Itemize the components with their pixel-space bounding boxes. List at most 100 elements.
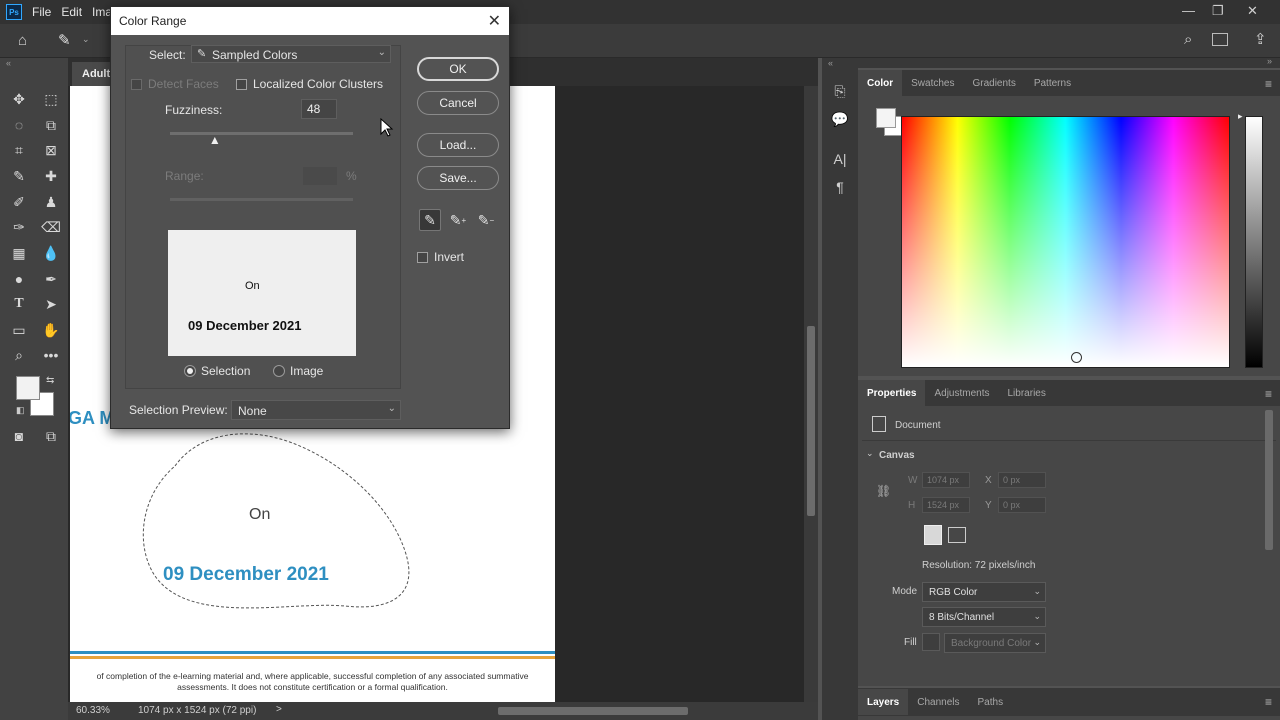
comments-panel-icon[interactable]: 💬 bbox=[831, 110, 849, 128]
eyedropper-icon[interactable]: ✎ bbox=[419, 209, 441, 231]
menu-edit[interactable]: Edit bbox=[61, 5, 82, 19]
restore-button[interactable]: ❐ bbox=[1212, 3, 1224, 19]
color-panel-foreground-swatch[interactable] bbox=[876, 108, 896, 128]
link-icon[interactable]: ⛓ bbox=[876, 484, 891, 498]
tab-paths[interactable]: Paths bbox=[969, 689, 1013, 715]
character-panel-icon[interactable]: A| bbox=[831, 150, 849, 168]
object-selection-tool-icon[interactable]: ⧉ bbox=[40, 114, 62, 136]
fill-swatch[interactable] bbox=[922, 633, 940, 651]
load-button[interactable]: Load... bbox=[417, 133, 499, 157]
brightness-slider-handle[interactable]: ▸ bbox=[1238, 111, 1243, 122]
history-panel-icon[interactable]: ⎘ bbox=[831, 82, 849, 100]
crop-tool-icon[interactable]: ⌗ bbox=[8, 139, 30, 161]
workspace-icon[interactable] bbox=[1212, 33, 1228, 46]
clone-stamp-tool-icon[interactable]: ♟ bbox=[40, 191, 62, 213]
paragraph-panel-icon[interactable]: ¶ bbox=[831, 178, 849, 196]
eyedropper-tool-icon[interactable]: ✎ bbox=[8, 165, 30, 187]
tab-libraries[interactable]: Libraries bbox=[999, 380, 1055, 406]
gradient-tool-icon[interactable]: ▦ bbox=[8, 242, 30, 264]
image-radio[interactable] bbox=[273, 365, 285, 377]
layers-menu-icon[interactable]: ≡ bbox=[1265, 695, 1272, 709]
x-field[interactable]: 0 px bbox=[998, 472, 1046, 488]
zoom-tool-icon[interactable]: ⌕ bbox=[8, 344, 30, 366]
fill-select[interactable]: Background Color ⌄ bbox=[944, 633, 1046, 653]
chevron-down-icon[interactable]: ⌄ bbox=[866, 448, 874, 459]
expand-icon[interactable]: « bbox=[828, 58, 833, 68]
default-colors-icon[interactable]: ◧ bbox=[16, 405, 25, 416]
ok-button[interactable]: OK bbox=[417, 57, 499, 81]
selection-preview-select[interactable]: None ⌄ bbox=[231, 400, 401, 420]
vertical-scrollbar-thumb[interactable] bbox=[807, 326, 815, 516]
tab-color[interactable]: Color bbox=[858, 70, 903, 96]
properties-scrollbar-thumb[interactable] bbox=[1265, 410, 1273, 550]
width-field[interactable]: 1074 px bbox=[922, 472, 970, 488]
chevron-down-icon[interactable]: ⌄ bbox=[82, 34, 90, 45]
y-field[interactable]: 0 px bbox=[998, 497, 1046, 513]
range-slider[interactable] bbox=[170, 198, 353, 201]
zoom-level[interactable]: 60.33% bbox=[76, 705, 110, 716]
tab-adjustments[interactable]: Adjustments bbox=[925, 380, 998, 406]
marquee-tool-icon[interactable]: ⬚ bbox=[40, 88, 62, 110]
tab-properties[interactable]: Properties bbox=[858, 380, 926, 406]
tab-channels[interactable]: Channels bbox=[908, 689, 968, 715]
vertical-scrollbar[interactable] bbox=[804, 86, 818, 702]
tab-swatches[interactable]: Swatches bbox=[902, 70, 963, 96]
panel-collapse-icon[interactable]: » bbox=[1267, 56, 1272, 66]
subtract-from-sample-eyedropper-icon[interactable]: ✎ − bbox=[475, 209, 497, 231]
type-tool-icon[interactable]: T bbox=[8, 293, 30, 315]
hand-tool-icon[interactable]: ✋ bbox=[40, 319, 62, 341]
fuzziness-slider[interactable] bbox=[170, 132, 353, 135]
path-selection-tool-icon[interactable]: ➤ bbox=[40, 293, 62, 315]
add-to-sample-eyedropper-icon[interactable]: ✎ + bbox=[447, 209, 469, 231]
eraser-tool-icon[interactable]: ⌫ bbox=[40, 216, 62, 238]
home-icon[interactable]: ⌂ bbox=[18, 32, 27, 49]
height-field[interactable]: 1524 px bbox=[922, 497, 970, 513]
lasso-tool-icon[interactable]: ◌ bbox=[8, 114, 30, 136]
close-window-button[interactable]: ✕ bbox=[1247, 3, 1258, 19]
status-arrow-icon[interactable]: > bbox=[276, 704, 282, 715]
portrait-orientation-button[interactable] bbox=[924, 525, 942, 545]
range-input[interactable] bbox=[303, 167, 337, 185]
menu-file[interactable]: File bbox=[32, 5, 51, 19]
detect-faces-checkbox[interactable] bbox=[131, 79, 142, 90]
bit-depth-select[interactable]: 8 Bits/Channel ⌄ bbox=[922, 607, 1046, 627]
foreground-color-swatch[interactable] bbox=[16, 376, 40, 400]
dodge-tool-icon[interactable]: ● bbox=[8, 268, 30, 290]
share-icon[interactable]: ⇪ bbox=[1254, 30, 1267, 48]
tab-layers[interactable]: Layers bbox=[858, 689, 909, 715]
fuzziness-input[interactable]: 48 bbox=[301, 99, 337, 119]
color-picker-cursor[interactable] bbox=[1071, 352, 1082, 363]
more-tools-icon[interactable]: ••• bbox=[40, 344, 62, 366]
collapse-icon[interactable]: « bbox=[6, 58, 11, 68]
save-button[interactable]: Save... bbox=[417, 166, 499, 190]
screen-mode-icon[interactable]: ⧉ bbox=[40, 425, 62, 447]
healing-brush-tool-icon[interactable]: ✚ bbox=[40, 165, 62, 187]
localized-clusters-checkbox[interactable] bbox=[236, 79, 247, 90]
search-icon[interactable]: ⌕ bbox=[1184, 31, 1192, 48]
fuzziness-slider-handle[interactable]: ▲ bbox=[209, 133, 221, 147]
invert-checkbox[interactable] bbox=[417, 252, 428, 263]
brush-tool-icon[interactable]: ✐ bbox=[8, 191, 30, 213]
selection-radio[interactable] bbox=[184, 365, 196, 377]
horizontal-scrollbar-thumb[interactable] bbox=[498, 707, 688, 715]
select-dropdown[interactable]: ✎ Sampled Colors ⌄ bbox=[191, 45, 391, 63]
history-brush-tool-icon[interactable]: ✑ bbox=[8, 216, 30, 238]
landscape-orientation-button[interactable] bbox=[948, 527, 966, 543]
color-picker-field[interactable] bbox=[901, 116, 1230, 368]
panel-menu-icon[interactable]: ≡ bbox=[1265, 77, 1272, 91]
pen-tool-icon[interactable]: ✒ bbox=[40, 268, 62, 290]
rectangle-tool-icon[interactable]: ▭ bbox=[8, 319, 30, 341]
cancel-button[interactable]: Cancel bbox=[417, 91, 499, 115]
eyedropper-tool-preset-icon[interactable]: ✎ bbox=[58, 31, 71, 49]
tab-patterns[interactable]: Patterns bbox=[1025, 70, 1080, 96]
mode-select[interactable]: RGB Color ⌄ bbox=[922, 582, 1046, 602]
canvas-section-label[interactable]: Canvas bbox=[879, 450, 915, 461]
swap-colors-icon[interactable]: ⇆ bbox=[46, 375, 54, 386]
brightness-slider[interactable]: ▸ bbox=[1238, 111, 1263, 368]
dialog-close-button[interactable]: ✕ bbox=[488, 11, 501, 31]
tab-gradients[interactable]: Gradients bbox=[963, 70, 1024, 96]
quick-mask-icon[interactable]: ◙ bbox=[8, 425, 30, 447]
minimize-button[interactable]: — bbox=[1182, 3, 1195, 18]
move-tool-icon[interactable]: ✥ bbox=[8, 88, 30, 110]
blur-tool-icon[interactable]: 💧 bbox=[40, 242, 62, 264]
